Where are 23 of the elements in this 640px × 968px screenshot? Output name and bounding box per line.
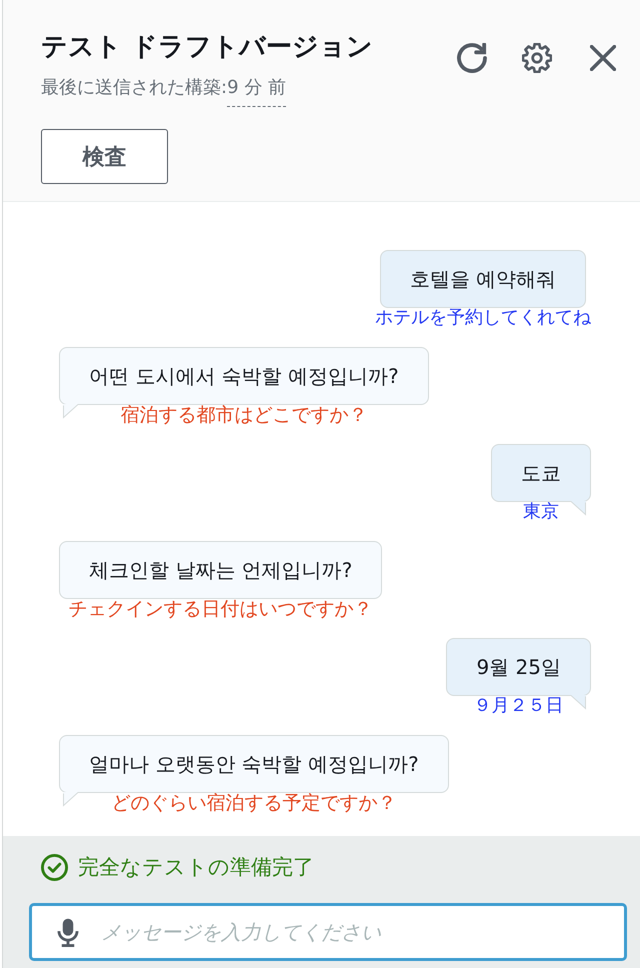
message-text: 도쿄 xyxy=(521,461,561,485)
translation-text: ホテルを予約してくれてね xyxy=(375,308,591,328)
build-label: 最後に送信された構築: xyxy=(41,76,228,100)
translation-text: 東京 xyxy=(523,502,559,522)
message-text: 얼마나 오랫동안 숙박할 예정입니까? xyxy=(89,752,419,776)
message-text: 체크인할 날짜는 언제입니까? xyxy=(89,558,352,582)
translation-text: チェクインする日付はいつですか？ xyxy=(68,599,373,619)
close-icon[interactable] xyxy=(590,45,616,71)
message-text: 어떤 도시에서 숙박할 예정입니까? xyxy=(89,364,399,388)
settings-icon[interactable] xyxy=(522,43,552,73)
check-circle-icon xyxy=(41,854,68,880)
microphone-icon[interactable] xyxy=(57,918,79,947)
translation-text: どのぐらい宿泊する予定ですか？ xyxy=(111,793,396,813)
message-text: 9월 25일 xyxy=(476,655,561,679)
status-text: 完全なテストの準備完了 xyxy=(78,854,314,880)
translation-text: 宿泊する都市はどこですか？ xyxy=(120,405,368,425)
message-text: 호텔을 예약해줘 xyxy=(410,267,556,291)
translation-text: ９月２５日 xyxy=(474,696,564,716)
window-title: テスト ドラフトバージョン xyxy=(41,31,374,64)
build-time: 9 分 前 xyxy=(227,76,286,107)
inspect-button[interactable]: 検査 xyxy=(41,129,168,184)
message-input[interactable]: メッセージを入力してください xyxy=(29,903,627,961)
refresh-icon[interactable] xyxy=(457,43,487,73)
